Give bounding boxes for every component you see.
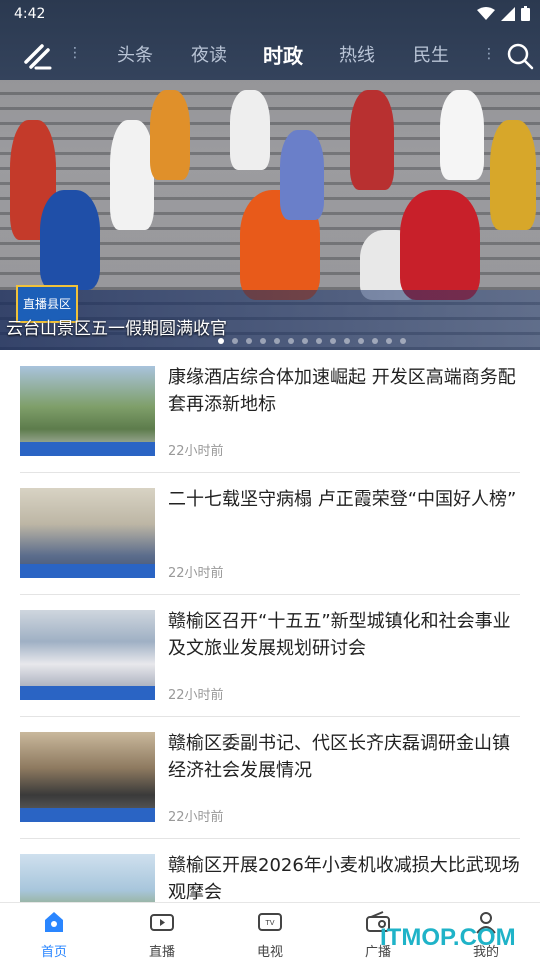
tab-rexian[interactable]: 热线 [320,36,394,76]
news-thumbnail [20,732,155,822]
carousel-dot[interactable] [400,338,406,344]
news-item[interactable]: 赣榆区召开“十五五”新型城镇化和社会事业及文旅业发展规划研讨会 22小时前 [20,594,520,717]
tab-yedu[interactable]: 夜读 [172,36,246,76]
news-title: 赣榆区委副书记、代区长齐庆磊调研金山镇经济社会发展情况 [168,733,510,781]
status-time: 4:42 [14,6,46,22]
hero-image-figure [440,90,484,180]
hero-image-figure [150,90,190,180]
carousel-dot[interactable] [246,338,252,344]
hero-image-figure [400,190,480,300]
tv-icon: TV [258,913,282,931]
news-title: 二十七载坚守病榻 卢正霞荣登“中国好人榜” [168,489,517,510]
channel-tabs: 头条 夜读 时政 热线 民生 [98,36,468,76]
news-time: 22小时前 [168,810,224,825]
carousel-dot[interactable] [288,338,294,344]
search-icon[interactable] [506,42,534,70]
bottom-tab-tv[interactable]: TV 电视 [240,909,300,960]
carousel-dot[interactable] [274,338,280,344]
news-time: 22小时前 [168,566,224,581]
svg-text:TV: TV [264,919,274,927]
carousel-dot[interactable] [218,338,224,344]
carousel-dot[interactable] [316,338,322,344]
more-dots-icon: ⋮ [482,46,496,62]
news-item[interactable]: 二十七载坚守病榻 卢正霞荣登“中国好人榜” 22小时前 [20,472,520,595]
news-time: 22小时前 [168,688,224,703]
news-item[interactable]: 赣榆区委副书记、代区长齐庆磊调研金山镇经济社会发展情况 22小时前 [20,716,520,839]
news-thumbnail [20,610,155,700]
channel-nav: ⋮ 头条 夜读 时政 热线 民生 ⋮ [0,36,540,76]
home-icon [45,912,63,932]
carousel-indicator [218,338,406,344]
carousel-dot[interactable] [260,338,266,344]
watermark: ITMOP.COM [380,924,516,951]
news-thumbnail [20,366,155,456]
bottom-tab-home[interactable]: 首页 [24,909,84,960]
carousel-dot[interactable] [232,338,238,344]
carousel-dot[interactable] [386,338,392,344]
signal-icon [501,6,515,21]
tab-toutiao[interactable]: 头条 [98,36,172,76]
carousel-dot[interactable] [330,338,336,344]
hero-banner[interactable]: 直播县区 云台山景区五一假期圆满收官 [0,80,540,350]
app-logo-icon[interactable] [22,40,54,72]
hero-image-figure [350,90,394,190]
status-icons [477,6,530,21]
bottom-tab-label: 直播 [148,945,175,960]
wifi-icon [477,6,495,20]
bottom-tab-label: 首页 [40,945,67,960]
bottom-tab-label: 电视 [256,945,283,960]
top-header: 4:42 ⋮ 头条 夜读 时政 热线 民生 ⋮ [0,0,540,80]
tab-minsheng[interactable]: 民生 [394,36,468,76]
hero-image-figure [490,120,536,230]
hero-image-figure [110,120,154,230]
battery-icon [521,6,530,21]
carousel-dot[interactable] [302,338,308,344]
news-title: 赣榆区召开“十五五”新型城镇化和社会事业及文旅业发展规划研讨会 [168,611,511,659]
tab-shizheng[interactable]: 时政 [246,36,320,76]
carousel-dot[interactable] [372,338,378,344]
news-thumbnail [20,488,155,578]
bottom-tab-live[interactable]: 直播 [132,909,192,960]
hero-title[interactable]: 云台山景区五一假期圆满收官 [6,314,227,339]
news-title: 赣榆区开展2026年小麦机收减损大比武现场观摩会 [168,855,520,903]
news-item[interactable]: 康缘酒店综合体加速崛起 开发区高端商务配套再添新地标 22小时前 [20,350,520,473]
news-title: 康缘酒店综合体加速崛起 开发区高端商务配套再添新地标 [168,367,516,415]
hero-image-figure [40,190,100,290]
news-time: 22小时前 [168,444,224,459]
video-icon [150,914,174,931]
status-bar: 4:42 [0,0,540,32]
hero-image-figure [280,130,324,220]
divider-dots-icon: ⋮ [68,45,82,61]
hero-image-figure [230,90,270,170]
carousel-dot[interactable] [344,338,350,344]
carousel-dot[interactable] [358,338,364,344]
